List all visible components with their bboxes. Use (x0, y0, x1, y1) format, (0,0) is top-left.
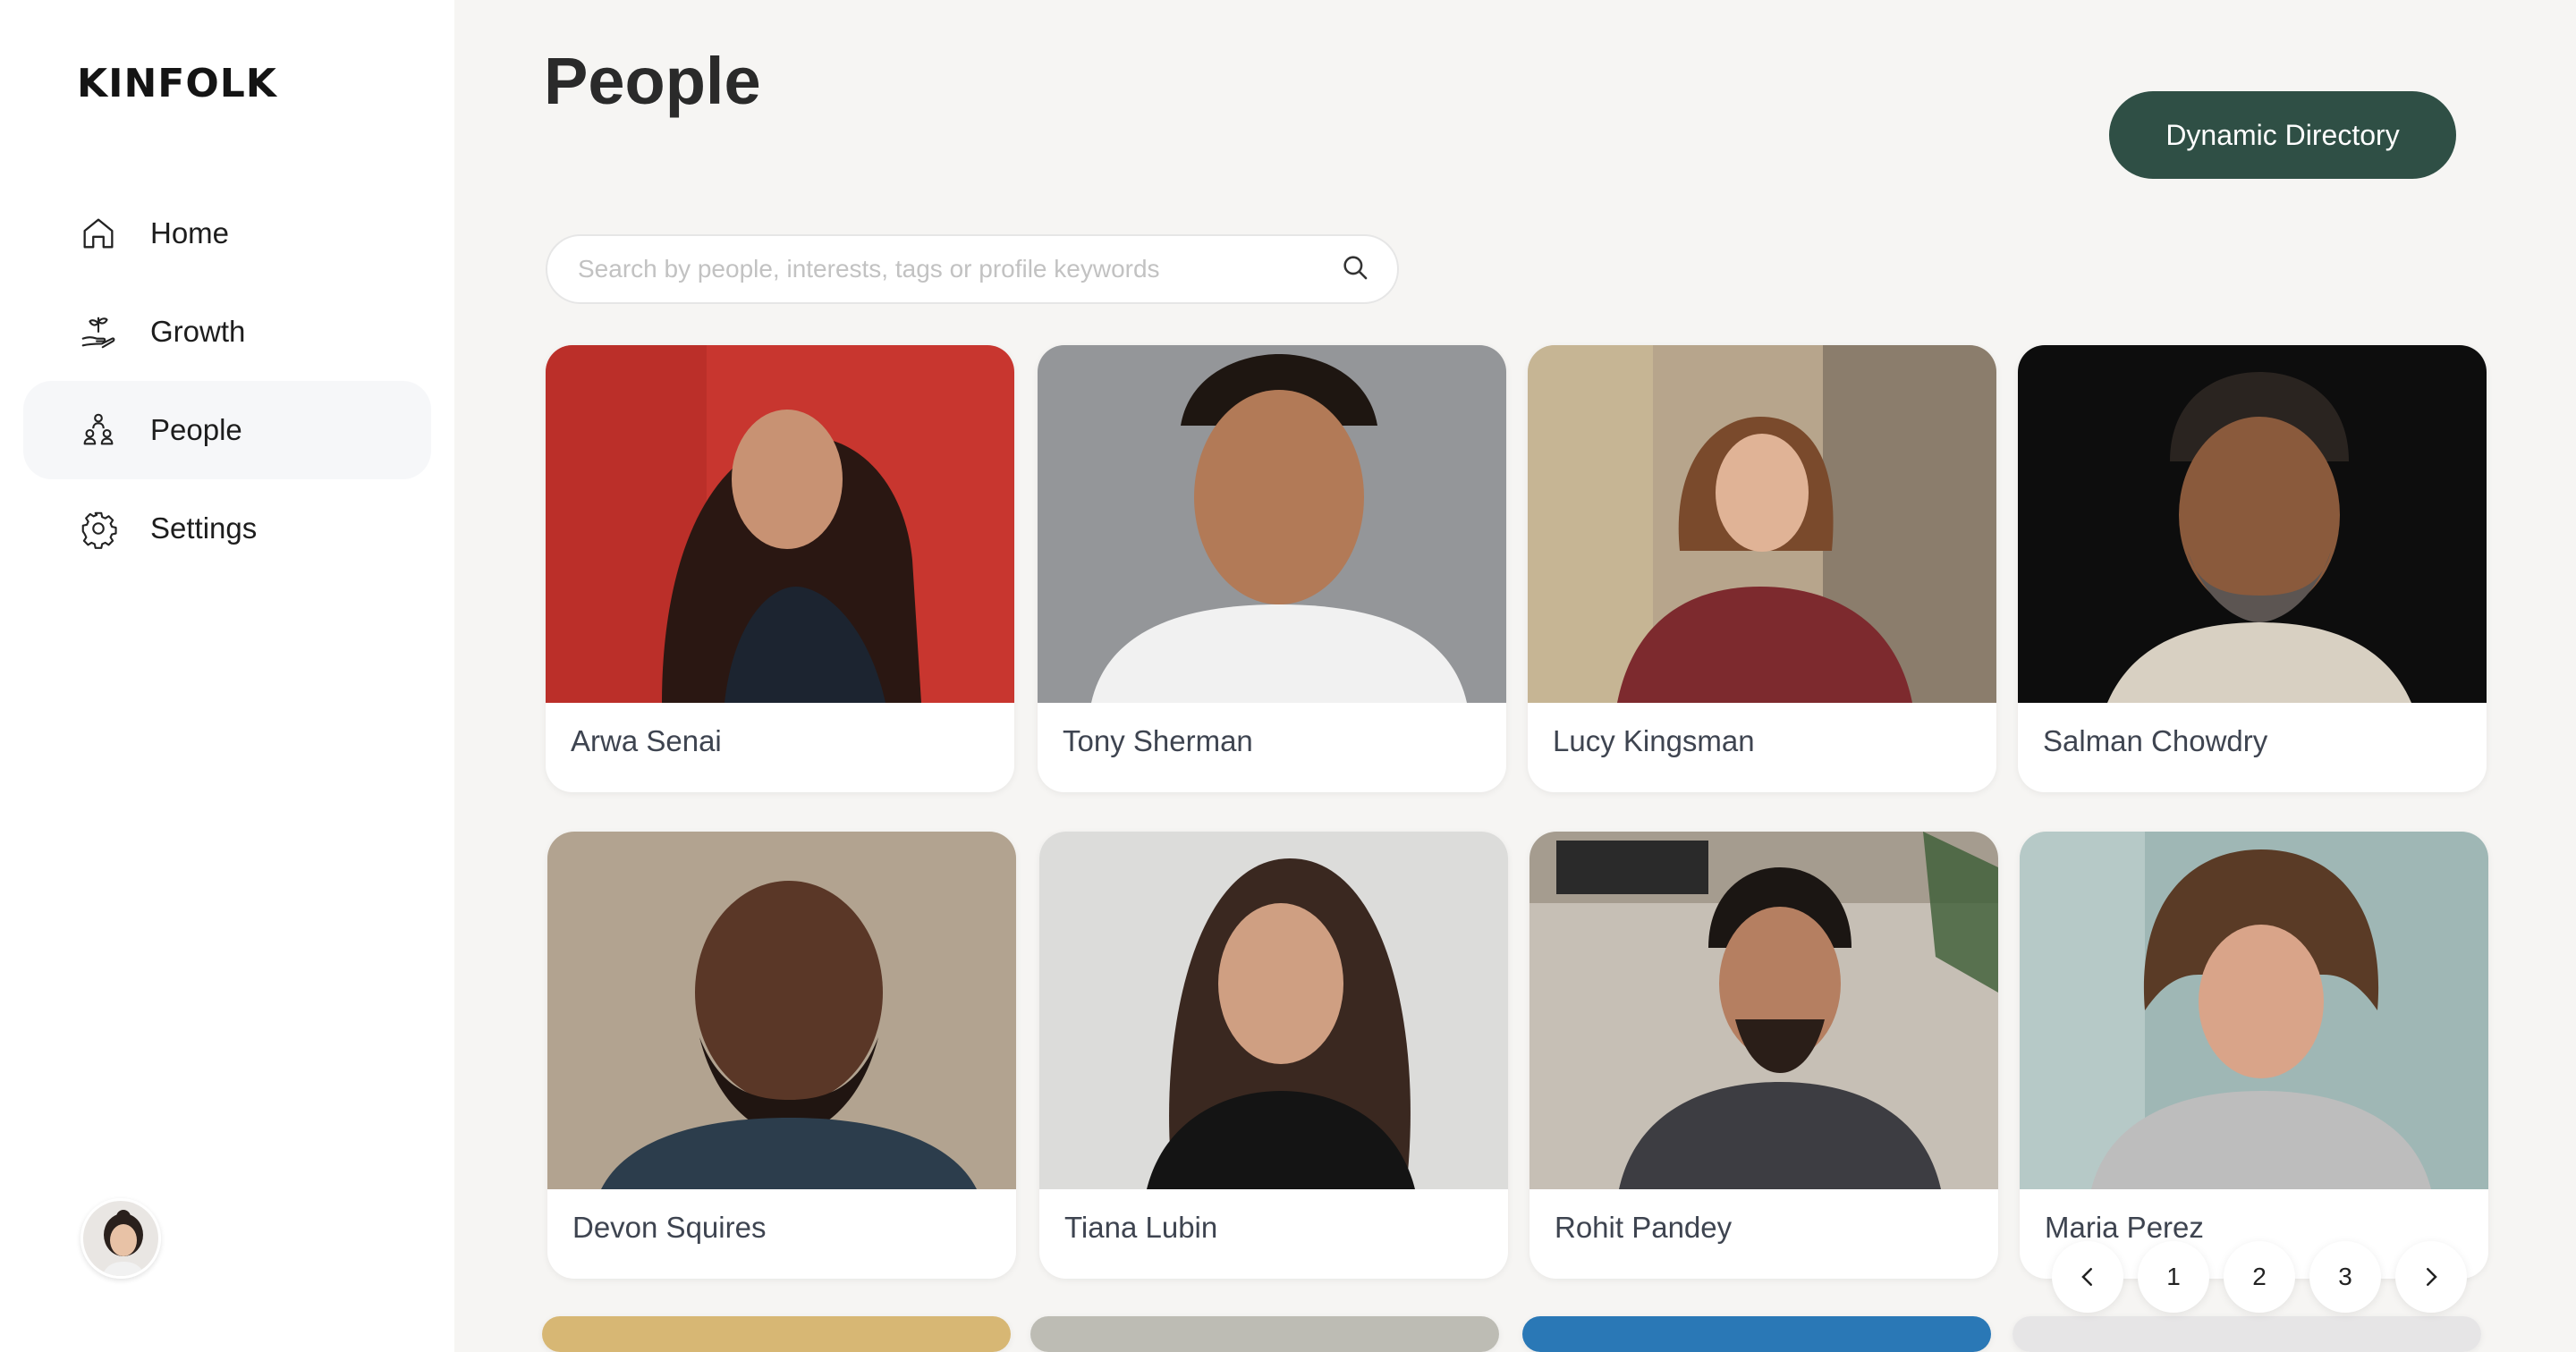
growth-icon (77, 310, 120, 353)
avatar[interactable] (80, 1198, 161, 1279)
person-name: Salman Chowdry (2043, 724, 2268, 757)
person-card[interactable]: Tony Sherman (1038, 345, 1506, 792)
person-card[interactable]: Salman Chowdry (2018, 345, 2487, 792)
dynamic-directory-button[interactable]: Dynamic Directory (2109, 91, 2456, 179)
home-icon (77, 212, 120, 255)
person-card[interactable] (542, 1316, 1011, 1352)
search-icon[interactable] (1340, 252, 1370, 287)
sidebar-item-people[interactable]: People (23, 381, 431, 479)
person-name: Tiana Lubin (1064, 1211, 1218, 1244)
search-input[interactable] (578, 255, 1340, 283)
sidebar-item-label: Settings (150, 511, 258, 545)
person-photo (2018, 345, 2487, 703)
pagination-next-button[interactable] (2395, 1241, 2467, 1313)
person-card[interactable] (1030, 1316, 1499, 1352)
person-photo (1039, 832, 1508, 1189)
person-name: Tony Sherman (1063, 724, 1253, 757)
person-name: Rohit Pandey (1555, 1211, 1733, 1244)
person-photo (1528, 345, 1996, 703)
sidebar-nav: Home Growth People Settings (23, 184, 431, 578)
sidebar-item-home[interactable]: Home (23, 184, 431, 283)
pagination-page-2[interactable]: 2 (2224, 1241, 2295, 1313)
person-name: Arwa Senai (571, 724, 722, 757)
person-photo (546, 345, 1014, 703)
person-photo (547, 832, 1016, 1189)
person-photo (1038, 345, 1506, 703)
person-photo (1030, 1316, 1499, 1352)
person-photo (1530, 832, 1998, 1189)
gear-icon (77, 507, 120, 550)
search-bar (546, 234, 1399, 304)
chevron-left-icon (2081, 1268, 2092, 1286)
sidebar-item-label: Home (150, 216, 230, 249)
person-card[interactable]: Arwa Senai (546, 345, 1014, 792)
person-card[interactable]: Tiana Lubin (1039, 832, 1508, 1279)
pagination-prev-button[interactable] (2052, 1241, 2123, 1313)
person-photo (542, 1316, 1011, 1352)
person-card[interactable]: Devon Squires (547, 832, 1016, 1279)
person-name: Maria Perez (2045, 1211, 2204, 1244)
sidebar-item-growth[interactable]: Growth (23, 283, 431, 381)
sidebar-item-label: People (150, 413, 242, 446)
sidebar: KINFOLK Home Growth People Settings (0, 0, 454, 1352)
person-photo (2012, 1316, 2481, 1352)
person-card[interactable] (1522, 1316, 1991, 1352)
pagination-page-1[interactable]: 1 (2138, 1241, 2209, 1313)
person-name: Devon Squires (572, 1211, 767, 1244)
person-card[interactable]: Lucy Kingsman (1528, 345, 1996, 792)
sidebar-item-settings[interactable]: Settings (23, 479, 431, 578)
pagination: 1 2 3 (2052, 1241, 2467, 1313)
chevron-right-icon (2427, 1268, 2437, 1286)
person-card[interactable] (2012, 1316, 2481, 1352)
person-card[interactable]: Maria Perez (2020, 832, 2488, 1279)
page-title: People (544, 44, 761, 118)
person-card[interactable]: Rohit Pandey (1530, 832, 1998, 1279)
person-photo (1522, 1316, 1991, 1352)
pagination-page-3[interactable]: 3 (2309, 1241, 2381, 1313)
person-photo (2020, 832, 2488, 1189)
people-icon (77, 409, 120, 452)
brand-logo[interactable]: KINFOLK (77, 61, 277, 106)
sidebar-item-label: Growth (150, 315, 246, 348)
person-name: Lucy Kingsman (1553, 724, 1755, 757)
